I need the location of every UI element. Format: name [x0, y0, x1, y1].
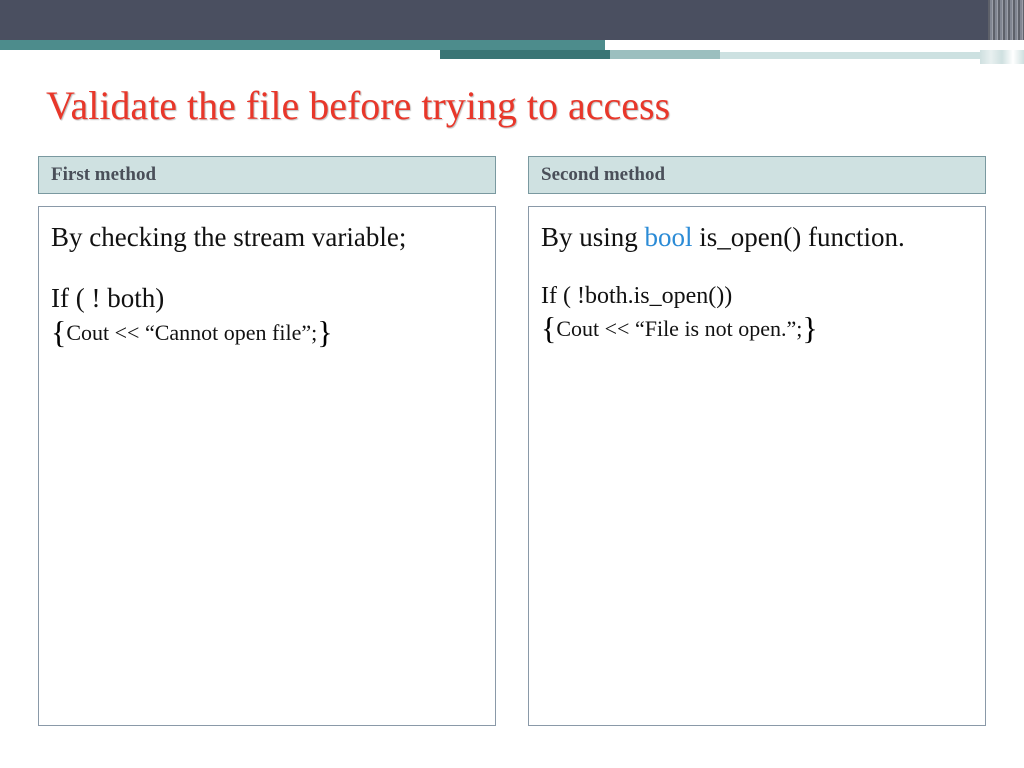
first-method-if: If ( ! both) — [51, 283, 483, 314]
close-brace-icon: } — [802, 310, 817, 346]
decor-vstripes — [988, 0, 1024, 40]
accent-seg-c — [720, 52, 980, 59]
second-method-line-1: By using bool is_open() function. — [541, 221, 973, 255]
bool-keyword: bool — [645, 222, 693, 252]
accent-seg-a — [440, 50, 610, 59]
open-brace-icon: { — [541, 310, 556, 346]
second-method-body: By using bool is_open() function. If ( !… — [528, 206, 986, 726]
second-method-line-1b: is_open() function. — [693, 222, 905, 252]
second-method-column: Second method By using bool is_open() fu… — [528, 156, 986, 726]
accent-bar-primary — [0, 40, 605, 50]
first-method-body: By checking the stream variable; If ( ! … — [38, 206, 496, 726]
first-method-column: First method By checking the stream vari… — [38, 156, 496, 726]
second-method-header: Second method — [528, 156, 986, 194]
second-method-line-1a: By using — [541, 222, 645, 252]
slide-top-bar — [0, 0, 1024, 40]
first-method-line-1: By checking the stream variable; — [51, 221, 483, 255]
first-method-header: First method — [38, 156, 496, 194]
first-method-body-line: {Cout << “Cannot open file”;} — [51, 314, 483, 351]
accent-seg-d — [980, 50, 1024, 64]
second-method-cout: Cout << “File is not open.”; — [556, 316, 802, 341]
slide-title: Validate the file before trying to acces… — [46, 82, 984, 129]
open-brace-icon: { — [51, 314, 66, 350]
columns-container: First method By checking the stream vari… — [38, 156, 986, 726]
close-brace-icon: } — [317, 314, 332, 350]
accent-seg-b — [610, 50, 720, 59]
second-method-body-line: {Cout << “File is not open.”;} — [541, 310, 973, 347]
second-method-if: If ( !both.is_open()) — [541, 283, 973, 310]
first-method-cout: Cout << “Cannot open file”; — [66, 320, 317, 345]
